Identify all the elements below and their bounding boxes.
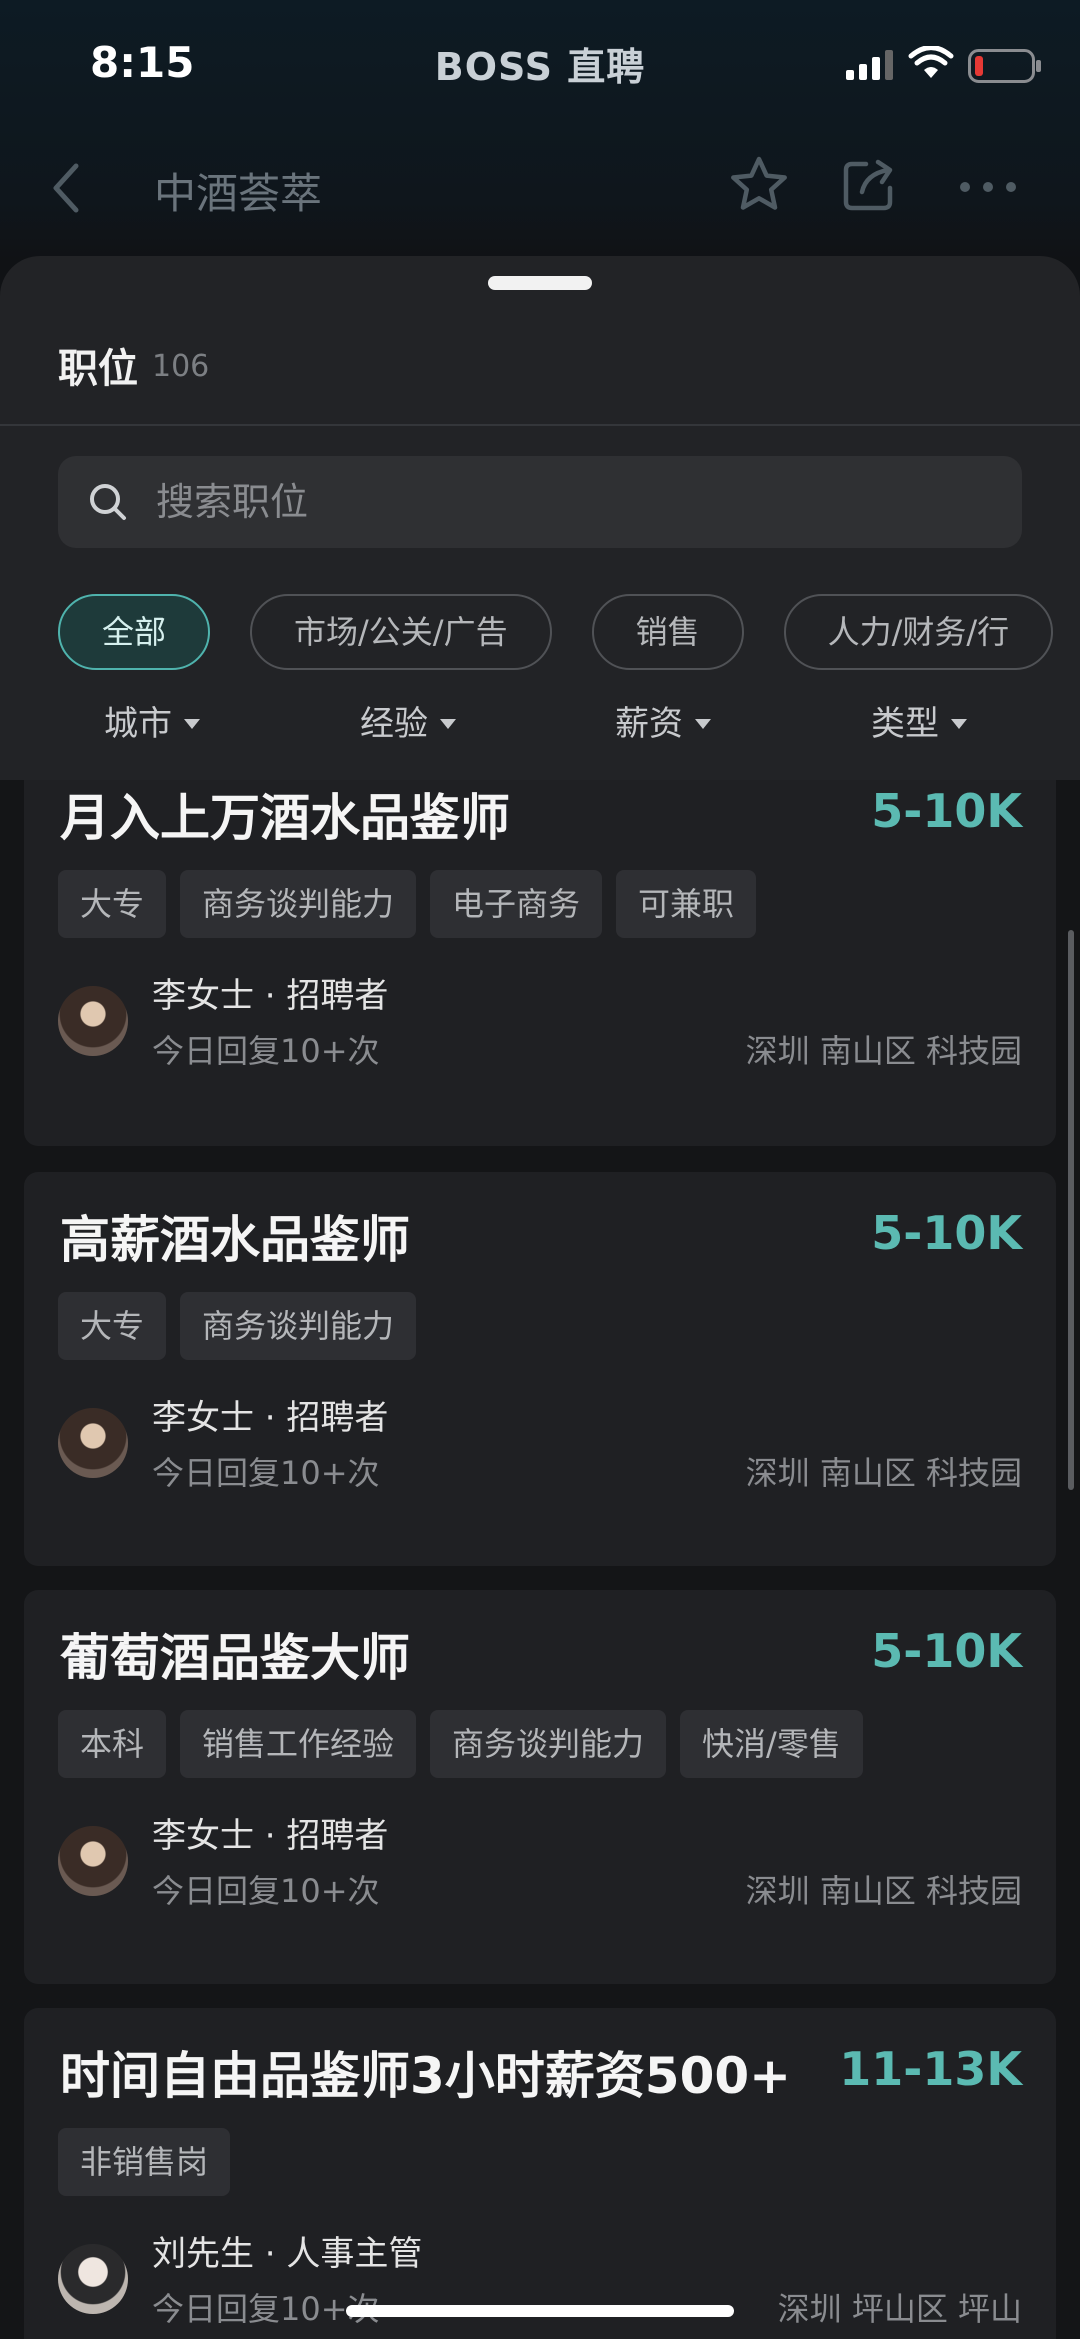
status-bar: 8:15 BOSS 直聘	[0, 0, 1080, 130]
recruiter-avatar	[58, 1408, 128, 1478]
reply-rate: 今日回复10+次	[152, 1454, 380, 1492]
job-tag: 非销售岗	[58, 2128, 231, 2196]
category-chips: 全部 市场/公关/广告 销售 人力/财务/行	[58, 594, 1080, 674]
divider	[0, 424, 1080, 426]
job-title: 月入上万酒水品鉴师	[60, 789, 510, 847]
search-icon	[90, 484, 126, 520]
job-tag: 可兼职	[616, 870, 757, 938]
sheet-header: 职位 106	[58, 336, 209, 394]
job-tag: 商务谈判能力	[430, 1710, 667, 1778]
recruiter-name: 李女士 · 招聘者	[152, 1816, 389, 1856]
job-title: 时间自由品鉴师3小时薪资500+	[60, 2047, 792, 2105]
recruiter-avatar	[58, 986, 128, 1056]
job-salary: 11-13K	[839, 2042, 1022, 2096]
chip-all[interactable]: 全部	[58, 594, 211, 670]
job-location: 深圳 南山区 科技园	[745, 1872, 1022, 1910]
job-tag: 大专	[58, 870, 167, 938]
back-icon[interactable]	[50, 162, 80, 214]
job-card[interactable]: 葡萄酒品鉴大师 5-10K 本科 销售工作经验 商务谈判能力 快消/零售 李女士 · …	[24, 1590, 1056, 1984]
chip-hr-finance[interactable]: 人力/财务/行	[783, 594, 1054, 670]
job-tag: 大专	[58, 1292, 167, 1360]
filter-salary-label: 薪资	[615, 704, 683, 744]
filter-type-label: 类型	[871, 704, 939, 744]
job-list: 月入上万酒水品鉴师 5-10K 大专 商务谈判能力 电子商务 可兼职 李女士 · 招聘…	[0, 780, 1080, 2339]
chip-marketing[interactable]: 市场/公关/广告	[250, 594, 552, 670]
job-tags: 大专 商务谈判能力 电子商务 可兼职	[58, 870, 770, 938]
job-title: 葡萄酒品鉴大师	[60, 1629, 410, 1687]
job-salary: 5-10K	[871, 1206, 1022, 1260]
job-tag: 本科	[58, 1710, 167, 1778]
job-card[interactable]: 月入上万酒水品鉴师 5-10K 大专 商务谈判能力 电子商务 可兼职 李女士 · 招聘…	[24, 780, 1056, 1146]
recruiter-name: 李女士 · 招聘者	[152, 976, 389, 1016]
recruiter-avatar	[58, 1826, 128, 1896]
job-tag: 销售工作经验	[180, 1710, 417, 1778]
job-title: 高薪酒水品鉴师	[60, 1211, 410, 1269]
star-icon[interactable]	[728, 154, 790, 216]
job-card[interactable]: 高薪酒水品鉴师 5-10K 大专 商务谈判能力 李女士 · 招聘者 今日回复10+…	[24, 1172, 1056, 1566]
recruiter-name: 刘先生 · 人事主管	[152, 2234, 423, 2274]
sheet-drag-handle[interactable]	[488, 276, 592, 290]
job-location: 深圳 坪山区 坪山	[777, 2290, 1022, 2328]
job-location: 深圳 南山区 科技园	[745, 1454, 1022, 1492]
search-bar[interactable]	[58, 456, 1022, 548]
job-tags: 非销售岗	[58, 2128, 244, 2196]
job-tag: 快消/零售	[680, 1710, 863, 1778]
job-tag: 商务谈判能力	[180, 870, 417, 938]
reply-rate: 今日回复10+次	[152, 2290, 380, 2328]
search-input[interactable]	[156, 456, 996, 548]
chip-sales[interactable]: 销售	[591, 594, 744, 670]
share-icon[interactable]	[840, 156, 898, 214]
reply-rate: 今日回复10+次	[152, 1872, 380, 1910]
job-tag: 电子商务	[430, 870, 603, 938]
more-icon[interactable]	[958, 180, 1018, 194]
job-salary: 5-10K	[871, 784, 1022, 838]
recruiter-name: 李女士 · 招聘者	[152, 1398, 389, 1438]
filter-type[interactable]: 类型	[871, 696, 967, 745]
job-salary: 5-10K	[871, 1624, 1022, 1678]
job-tags: 大专 商务谈判能力	[58, 1292, 430, 1360]
screen: 8:15 BOSS 直聘 中酒荟萃 职位 106 搜索职位 全部 市场/公关/广…	[0, 0, 1080, 2339]
filter-experience[interactable]: 经验	[360, 696, 456, 745]
company-title: 中酒荟萃	[154, 169, 323, 218]
filter-salary[interactable]: 薪资	[615, 696, 711, 745]
wifi-icon	[908, 46, 954, 78]
filter-experience-label: 经验	[360, 704, 428, 744]
job-card[interactable]: 时间自由品鉴师3小时薪资500+ 11-13K 非销售岗 刘先生 · 人事主管 …	[24, 2008, 1056, 2339]
dropdown-arrow-icon	[695, 719, 711, 729]
recruiter-avatar	[58, 2244, 128, 2314]
signal-icon	[846, 50, 893, 80]
jobs-label: 职位	[58, 346, 138, 392]
home-indicator[interactable]	[346, 2305, 734, 2317]
dropdown-arrow-icon	[440, 719, 456, 729]
filter-city[interactable]: 城市	[104, 696, 200, 745]
dropdown-arrow-icon	[951, 719, 967, 729]
battery-icon	[968, 49, 1041, 83]
dropdown-arrow-icon	[184, 719, 200, 729]
filter-city-label: 城市	[104, 704, 172, 744]
nav-header: 中酒荟萃	[0, 150, 1080, 230]
filter-bar: 城市 经验 薪资 类型	[0, 696, 1080, 776]
job-location: 深圳 南山区 科技园	[745, 1032, 1022, 1070]
jobs-count: 106	[152, 349, 210, 384]
scrollbar[interactable]	[1068, 930, 1074, 1490]
job-tags: 本科 销售工作经验 商务谈判能力 快消/零售	[58, 1710, 877, 1778]
job-tag: 商务谈判能力	[180, 1292, 417, 1360]
reply-rate: 今日回复10+次	[152, 1032, 380, 1070]
